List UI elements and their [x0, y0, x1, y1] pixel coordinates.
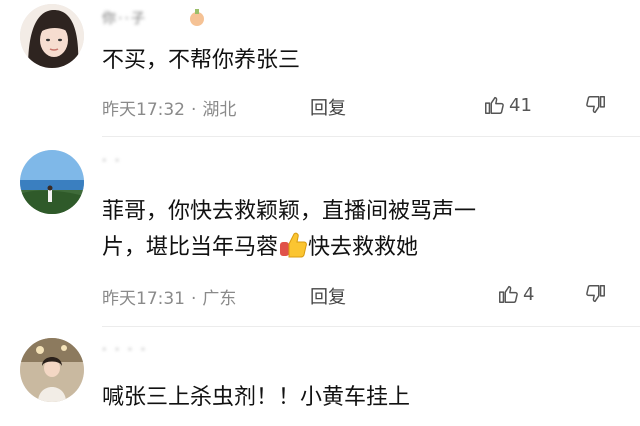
comment-text-line: 菲哥，你快去救颖颖，直播间被骂声一 — [102, 199, 477, 224]
thumbs-down-outline-icon — [586, 96, 605, 114]
reply-button[interactable]: 回复 — [310, 283, 346, 309]
comment-location: 湖北 — [202, 100, 237, 120]
dislike-button[interactable] — [585, 94, 607, 120]
thumbs-up-outline-icon — [499, 285, 518, 303]
thumbs-up-outline-icon — [485, 96, 504, 114]
like-count: 4 — [523, 283, 535, 305]
username[interactable]: · · — [102, 153, 121, 169]
vip-badge-icon — [186, 8, 208, 28]
dislike-button[interactable] — [585, 283, 607, 309]
thumbs-down-outline-icon — [586, 285, 605, 303]
comment-time: 昨天17:32 — [102, 100, 185, 120]
comment-meta: 昨天17:31 · 广东 — [102, 289, 237, 309]
comment-meta: 昨天17:32 · 湖北 — [102, 100, 237, 120]
divider — [102, 136, 640, 137]
user-avatar[interactable] — [20, 150, 84, 214]
comment-text: 喊张三上杀虫剂！！小黄车挂上 — [102, 380, 410, 416]
user-avatar[interactable] — [20, 4, 84, 68]
comment-text-line: 不买，不帮你养张三 — [102, 48, 301, 73]
user-avatar[interactable] — [20, 338, 84, 402]
comment-time: 昨天17:31 — [102, 289, 185, 309]
comment-text-line: 喊张三上杀虫剂！！小黄车挂上 — [102, 385, 411, 410]
reply-button[interactable]: 回复 — [310, 94, 346, 120]
thumbs-up-emoji — [278, 230, 308, 260]
comment-text-line: 片，堪比当年马蓉 — [102, 235, 279, 260]
divider — [102, 326, 640, 327]
like-button[interactable]: 41 — [483, 94, 532, 116]
like-button[interactable]: 4 — [497, 283, 534, 305]
username[interactable]: · · · · — [102, 342, 147, 358]
comment-location: 广东 — [202, 289, 237, 309]
comment-text: 菲哥，你快去救颖颖，直播间被骂声一 片，堪比当年马蓉 快去救救她 — [102, 194, 476, 266]
like-count: 41 — [509, 94, 532, 116]
username[interactable]: 你··子 — [102, 8, 147, 28]
comment-text-line: 快去救救她 — [308, 235, 419, 260]
comment-text: 不买，不帮你养张三 — [102, 43, 300, 79]
